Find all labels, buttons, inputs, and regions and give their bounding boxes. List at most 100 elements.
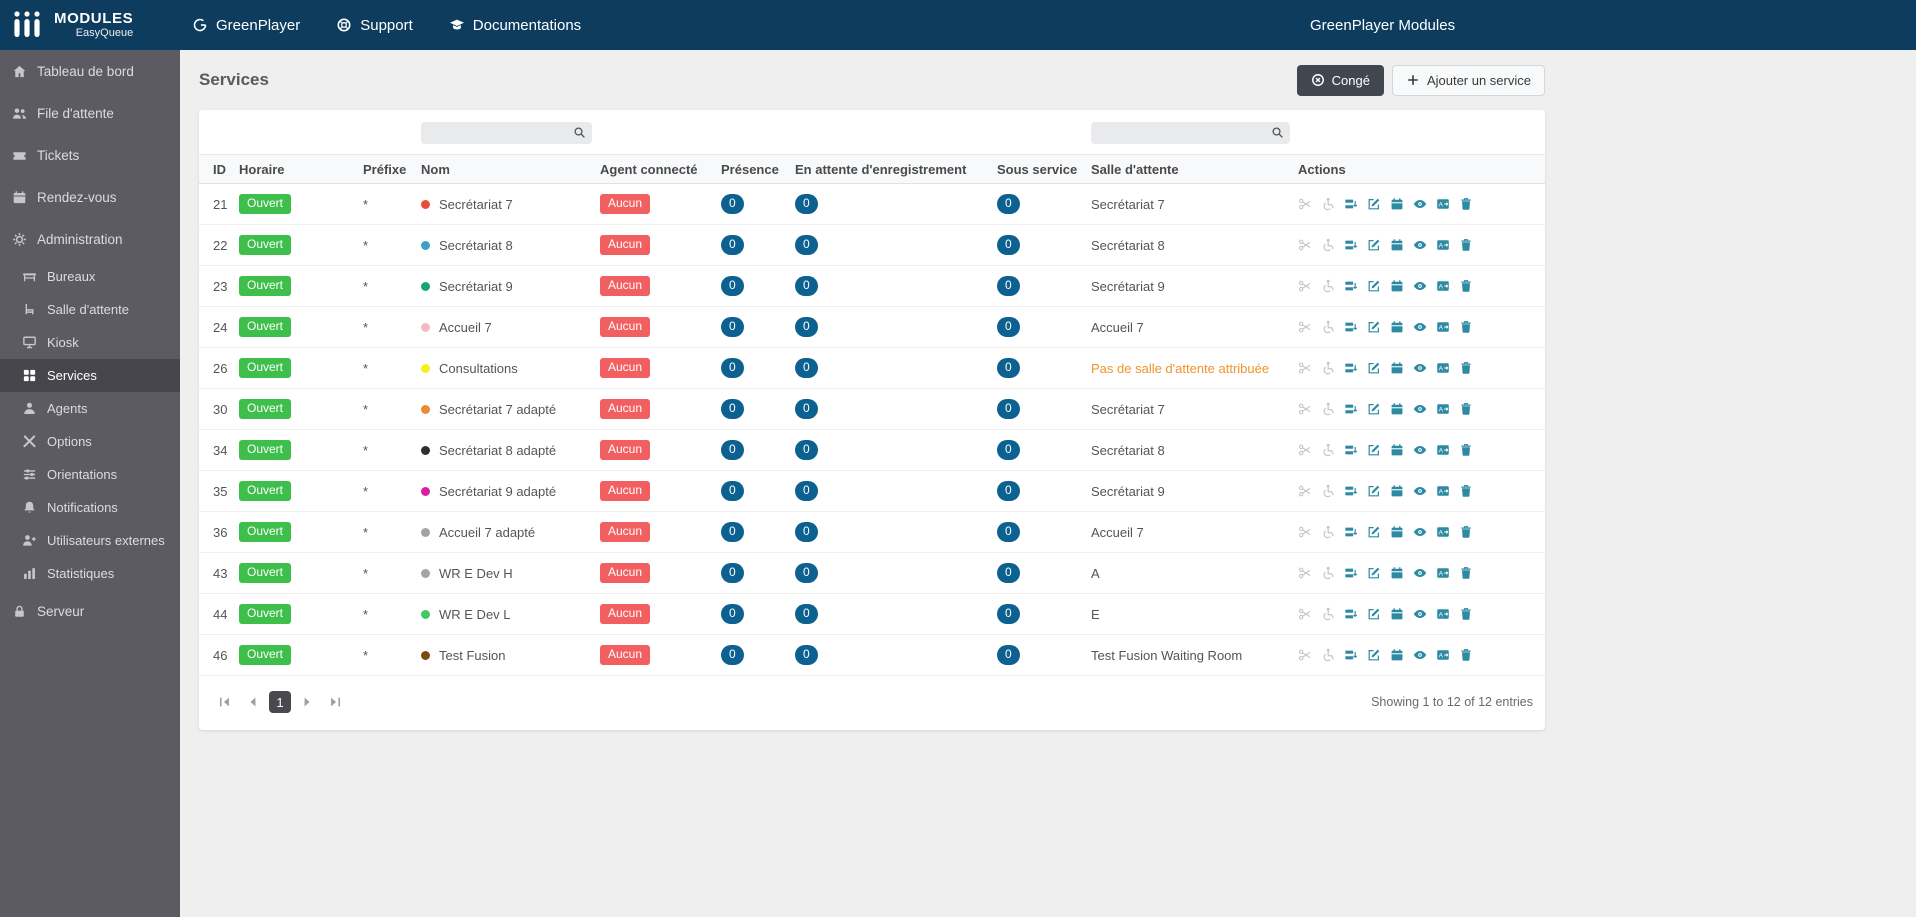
translate-icon[interactable]: A [1436,361,1450,375]
manage-queue-icon[interactable] [1344,279,1358,293]
trash-icon[interactable] [1459,320,1473,334]
trash-icon[interactable] [1459,361,1473,375]
wheelchair-icon[interactable] [1321,320,1335,334]
edit-icon[interactable] [1367,648,1381,662]
scissors-icon[interactable] [1298,525,1312,539]
wheelchair-icon[interactable] [1321,279,1335,293]
eye-icon[interactable] [1413,525,1427,539]
sidebar-item-options[interactable]: Options [0,425,180,458]
app-brand[interactable]: MODULES EasyQueue [0,9,180,41]
calendar-icon[interactable] [1390,320,1404,334]
sidebar-item-rendez-vous[interactable]: Rendez-vous [0,176,180,218]
scissors-icon[interactable] [1298,443,1312,457]
sidebar-item-administration[interactable]: Administration [0,218,180,260]
next-page-button[interactable] [295,690,319,714]
trash-icon[interactable] [1459,238,1473,252]
scissors-icon[interactable] [1298,197,1312,211]
column-header-nom[interactable]: Nom [421,162,600,177]
translate-icon[interactable]: A [1436,566,1450,580]
wheelchair-icon[interactable] [1321,566,1335,580]
eye-icon[interactable] [1413,238,1427,252]
calendar-icon[interactable] [1390,402,1404,416]
sidebar-item-services[interactable]: Services [0,359,180,392]
calendar-icon[interactable] [1390,525,1404,539]
translate-icon[interactable]: A [1436,402,1450,416]
column-header-horaire[interactable]: Horaire [239,162,363,177]
nav-documentations[interactable]: Documentations [449,17,581,34]
translate-icon[interactable]: A [1436,648,1450,662]
add-service-button[interactable]: Ajouter un service [1391,64,1545,96]
nav-support[interactable]: Support [336,17,413,34]
sidebar-item-utilisateurs-externes[interactable]: Utilisateurs externes [0,524,180,557]
manage-queue-icon[interactable] [1344,566,1358,580]
eye-icon[interactable] [1413,566,1427,580]
calendar-icon[interactable] [1390,443,1404,457]
column-header-id[interactable]: ID [213,162,239,177]
trash-icon[interactable] [1459,566,1473,580]
manage-queue-icon[interactable] [1344,402,1358,416]
sidebar-item-kiosk[interactable]: Kiosk [0,326,180,359]
wheelchair-icon[interactable] [1321,361,1335,375]
manage-queue-icon[interactable] [1344,238,1358,252]
column-header-en-attente-d-enregistrement[interactable]: En attente d'enregistrement [795,162,997,177]
wheelchair-icon[interactable] [1321,648,1335,662]
sidebar-item-file-d-attente[interactable]: File d'attente [0,92,180,134]
eye-icon[interactable] [1413,361,1427,375]
trash-icon[interactable] [1459,525,1473,539]
scissors-icon[interactable] [1298,566,1312,580]
calendar-icon[interactable] [1390,566,1404,580]
trash-icon[interactable] [1459,648,1473,662]
calendar-icon[interactable] [1390,279,1404,293]
sidebar-item-bureaux[interactable]: Bureaux [0,260,180,293]
trash-icon[interactable] [1459,279,1473,293]
calendar-icon[interactable] [1390,361,1404,375]
sidebar-item-orientations[interactable]: Orientations [0,458,180,491]
edit-icon[interactable] [1367,566,1381,580]
eye-icon[interactable] [1413,443,1427,457]
trash-icon[interactable] [1459,443,1473,457]
sidebar-item-agents[interactable]: Agents [0,392,180,425]
calendar-icon[interactable] [1390,607,1404,621]
scissors-icon[interactable] [1298,648,1312,662]
scissors-icon[interactable] [1298,361,1312,375]
translate-icon[interactable]: A [1436,197,1450,211]
column-header-salle-d-attente[interactable]: Salle d'attente [1091,162,1298,177]
wheelchair-icon[interactable] [1321,443,1335,457]
last-page-button[interactable] [323,690,347,714]
eye-icon[interactable] [1413,607,1427,621]
scissors-icon[interactable] [1298,279,1312,293]
column-header-prefixe[interactable]: Préfixe [363,162,421,177]
trash-icon[interactable] [1459,607,1473,621]
calendar-icon[interactable] [1390,484,1404,498]
edit-icon[interactable] [1367,279,1381,293]
trash-icon[interactable] [1459,402,1473,416]
service-name-search-input[interactable] [421,122,592,144]
column-header-actions[interactable]: Actions [1298,162,1535,177]
leave-button[interactable]: Congé [1296,64,1384,96]
sidebar-item-notifications[interactable]: Notifications [0,491,180,524]
translate-icon[interactable]: A [1436,525,1450,539]
edit-icon[interactable] [1367,361,1381,375]
calendar-icon[interactable] [1390,238,1404,252]
scissors-icon[interactable] [1298,402,1312,416]
wheelchair-icon[interactable] [1321,238,1335,252]
edit-icon[interactable] [1367,607,1381,621]
manage-queue-icon[interactable] [1344,607,1358,621]
eye-icon[interactable] [1413,402,1427,416]
edit-icon[interactable] [1367,443,1381,457]
translate-icon[interactable]: A [1436,607,1450,621]
sidebar-item-salle-d-attente[interactable]: Salle d'attente [0,293,180,326]
wheelchair-icon[interactable] [1321,197,1335,211]
edit-icon[interactable] [1367,525,1381,539]
eye-icon[interactable] [1413,648,1427,662]
scissors-icon[interactable] [1298,238,1312,252]
column-header-sous-service[interactable]: Sous service [997,162,1091,177]
column-header-presence[interactable]: Présence [721,162,795,177]
manage-queue-icon[interactable] [1344,197,1358,211]
eye-icon[interactable] [1413,197,1427,211]
translate-icon[interactable]: A [1436,320,1450,334]
sidebar-item-tickets[interactable]: Tickets [0,134,180,176]
sidebar-item-serveur[interactable]: Serveur [0,590,180,632]
sidebar-item-tableau-de-bord[interactable]: Tableau de bord [0,50,180,92]
edit-icon[interactable] [1367,484,1381,498]
